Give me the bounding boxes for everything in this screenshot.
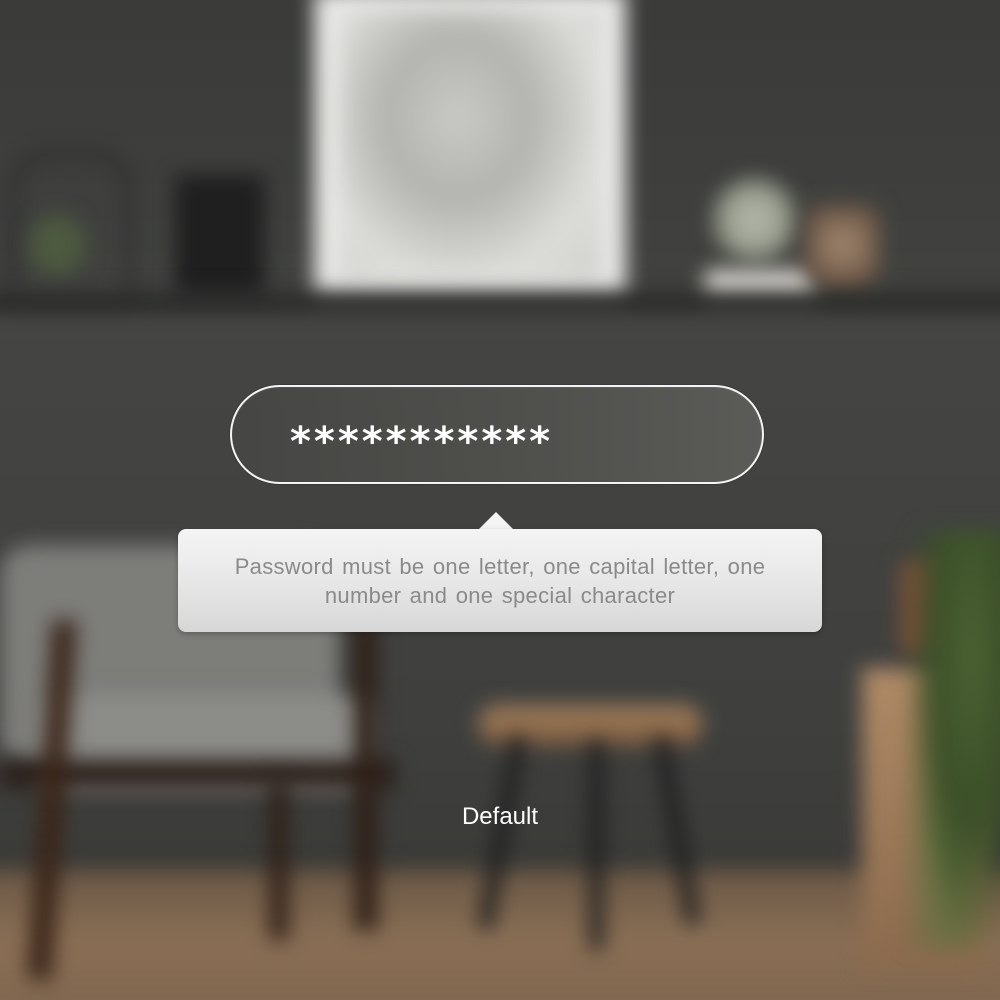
background-vase-plant bbox=[712, 175, 797, 265]
background-floor bbox=[0, 870, 1000, 1000]
background-plant-leaves bbox=[905, 530, 1000, 950]
tooltip-arrow bbox=[478, 512, 514, 530]
background-small-plant bbox=[30, 215, 85, 275]
background-artwork bbox=[340, 10, 602, 280]
password-requirements-tooltip: Password must be one letter, one capital… bbox=[178, 529, 822, 632]
background-books bbox=[175, 175, 265, 300]
password-masked-value: *********** bbox=[290, 418, 554, 465]
background-chair-leg bbox=[355, 620, 377, 930]
blurred-room-background bbox=[0, 0, 1000, 1000]
background-jar bbox=[805, 205, 880, 305]
tooltip-message: Password must be one letter, one capital… bbox=[234, 553, 766, 608]
password-input[interactable]: *********** bbox=[230, 385, 764, 484]
state-caption: Default bbox=[461, 803, 539, 830]
background-stool-leg bbox=[590, 740, 603, 950]
background-shelf bbox=[0, 292, 1000, 318]
